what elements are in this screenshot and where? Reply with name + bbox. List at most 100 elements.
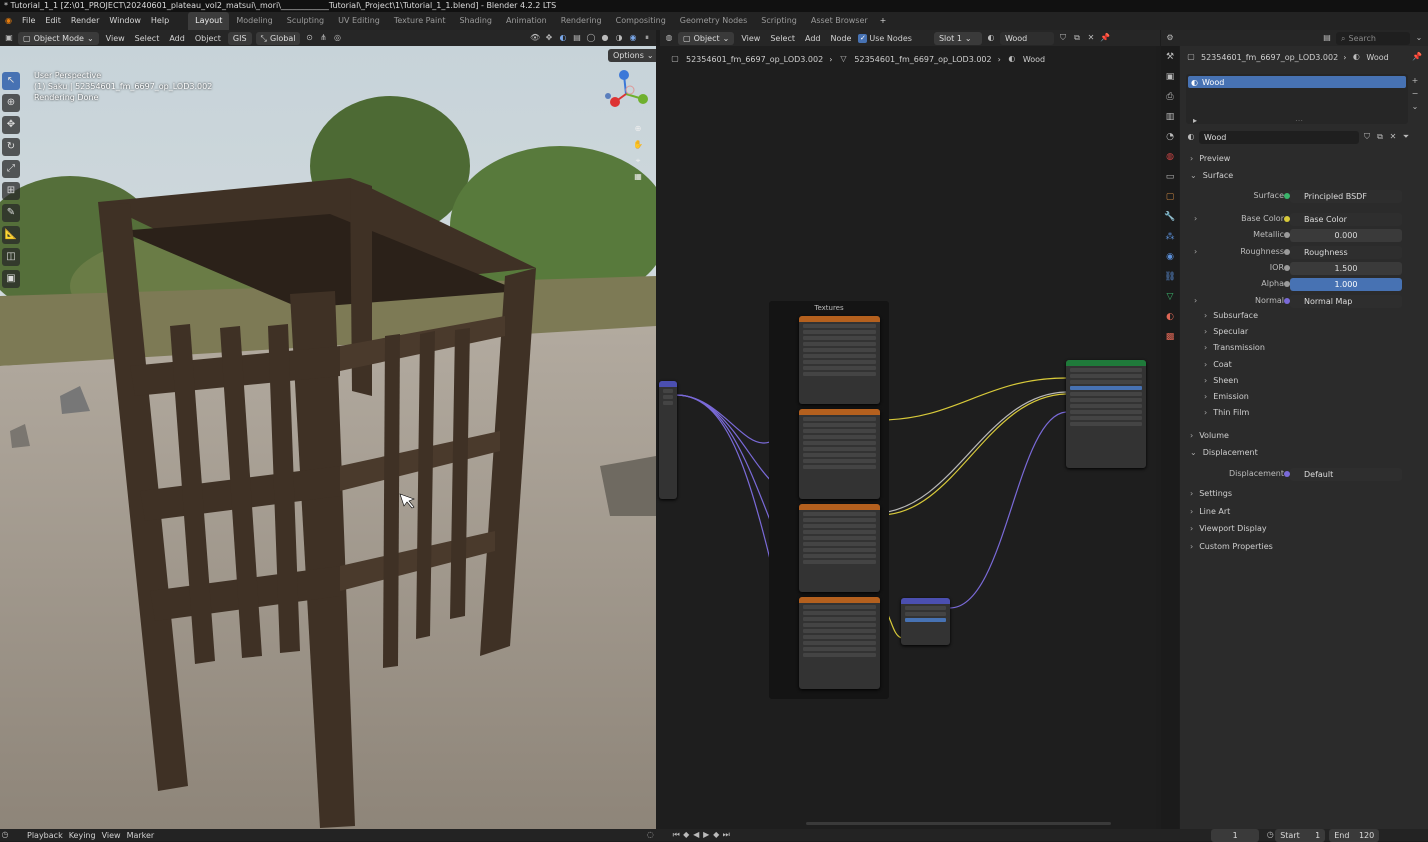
volume-section[interactable]: Volume xyxy=(1190,431,1229,440)
custom-properties-section[interactable]: Custom Properties xyxy=(1190,542,1273,551)
snap-icon[interactable]: ⋔ xyxy=(318,33,328,43)
tab-geometry-nodes[interactable]: Geometry Nodes xyxy=(673,12,754,30)
annotate-tool-icon[interactable]: ✎ xyxy=(2,204,20,222)
pin-icon[interactable]: 📌 xyxy=(1412,52,1422,62)
fake-user-icon[interactable]: ⛉ xyxy=(1058,33,1068,43)
node-menu-select[interactable]: Select xyxy=(767,34,798,43)
duplicate-icon[interactable]: ⧉ xyxy=(1072,33,1082,43)
output-tab-icon[interactable]: ⎙ xyxy=(1163,90,1177,104)
mode-dropdown[interactable]: ▢ Object Mode ⌄ xyxy=(18,31,99,45)
thin-film-subpanel[interactable]: Thin Film xyxy=(1204,408,1249,417)
tool-tab-icon[interactable]: ⚒ xyxy=(1163,50,1177,64)
tab-animation[interactable]: Animation xyxy=(499,12,554,30)
chevron-right-icon[interactable]: › xyxy=(1194,294,1197,308)
next-key-icon[interactable]: ◆ xyxy=(711,830,721,840)
transform-tool-icon[interactable]: ⊞ xyxy=(2,182,20,200)
navigation-gizmo[interactable] xyxy=(600,68,652,120)
duplicate-icon[interactable]: ⧉ xyxy=(1375,132,1385,142)
world-tab-icon[interactable]: ◍ xyxy=(1163,150,1177,164)
jump-start-icon[interactable]: ⏮ xyxy=(671,830,681,840)
tab-layout[interactable]: Layout xyxy=(188,12,230,30)
editor-type-icon[interactable]: ◷ xyxy=(0,830,10,840)
fake-user-icon[interactable]: ⛉ xyxy=(1362,132,1372,142)
material-slot-item[interactable]: ◐ Wood xyxy=(1188,76,1406,88)
add-slot-icon[interactable]: + xyxy=(1410,76,1420,86)
gis-menu[interactable]: GIS xyxy=(227,31,252,45)
slot-dropdown[interactable]: Slot 1 ⌄ xyxy=(933,31,982,45)
current-frame-field[interactable]: 1 xyxy=(1211,828,1260,842)
transmission-subpanel[interactable]: Transmission xyxy=(1204,343,1265,352)
texture-node-base-color[interactable] xyxy=(799,409,880,499)
node-menu-view[interactable]: View xyxy=(738,34,763,43)
measure-tool-icon[interactable]: 📐 xyxy=(2,226,20,244)
marker-menu[interactable]: Marker xyxy=(124,831,158,840)
gizmo-icon[interactable]: ✥ xyxy=(544,33,554,43)
tab-texture-paint[interactable]: Texture Paint xyxy=(387,12,453,30)
proportional-icon[interactable]: ◎ xyxy=(332,33,342,43)
tab-modeling[interactable]: Modeling xyxy=(229,12,279,30)
record-icon[interactable]: ◌ xyxy=(645,830,655,840)
overlay-icon[interactable]: ◐ xyxy=(558,33,568,43)
material-name-input[interactable]: Wood xyxy=(1199,130,1359,144)
chevron-down-icon[interactable]: ⌄ xyxy=(1410,102,1420,112)
node-editor-type-icon[interactable]: ◍ xyxy=(664,33,674,43)
principled-bsdf-node[interactable] xyxy=(1066,360,1146,468)
shading-wire-icon[interactable]: ◯ xyxy=(586,33,596,43)
roughness-field[interactable]: Roughness xyxy=(1290,245,1402,259)
play-reverse-icon[interactable]: ◀ xyxy=(691,830,701,840)
add-cube-tool-icon[interactable]: ◫ xyxy=(2,248,20,266)
start-frame-field[interactable]: Start 1 xyxy=(1275,828,1326,842)
sheen-subpanel[interactable]: Sheen xyxy=(1204,376,1238,385)
use-nodes-checkbox[interactable]: ✓ Use Nodes xyxy=(858,33,912,43)
visibility-icon[interactable]: 👁 xyxy=(530,33,540,43)
clock-icon[interactable]: ◷ xyxy=(1265,830,1275,840)
displacement-field[interactable]: Default xyxy=(1290,467,1402,481)
shading-rendered-icon[interactable]: ◉ xyxy=(628,33,638,43)
surface-shader-field[interactable]: Principled BSDF xyxy=(1290,189,1402,203)
playback-menu[interactable]: Playback xyxy=(24,831,66,840)
coat-subpanel[interactable]: Coat xyxy=(1204,360,1232,369)
texture-tab-icon[interactable]: ▩ xyxy=(1163,330,1177,344)
jump-end-icon[interactable]: ⏭ xyxy=(721,830,731,840)
preview-section[interactable]: Preview xyxy=(1190,154,1230,163)
shading-solid-icon[interactable]: ● xyxy=(600,33,610,43)
play-icon[interactable]: ▶ xyxy=(701,830,711,840)
constraints-tab-icon[interactable]: ⛓ xyxy=(1163,270,1177,284)
cursor-tool-icon[interactable]: ⊕ xyxy=(2,94,20,112)
settings-section[interactable]: Settings xyxy=(1190,489,1232,498)
unlink-icon[interactable]: ✕ xyxy=(1086,33,1096,43)
metallic-field[interactable]: 0.000 xyxy=(1290,228,1402,242)
menu-select[interactable]: Select xyxy=(132,34,163,43)
node-editor-scrollbar[interactable] xyxy=(806,822,1111,825)
texture-node-roughness[interactable] xyxy=(799,504,880,592)
object-tab-icon[interactable]: ▢ xyxy=(1163,190,1177,204)
chevron-right-icon[interactable]: › xyxy=(1194,212,1197,226)
tab-uv-editing[interactable]: UV Editing xyxy=(331,12,387,30)
menu-render[interactable]: Render xyxy=(66,12,104,30)
view-layer-tab-icon[interactable]: ▥ xyxy=(1163,110,1177,124)
material-tab-icon[interactable]: ◐ xyxy=(1163,310,1177,324)
scale-tool-icon[interactable]: ⤢ xyxy=(2,160,20,178)
perspective-grid-icon[interactable]: ▦ xyxy=(633,172,643,182)
physics-tab-icon[interactable]: ◉ xyxy=(1163,250,1177,264)
remove-slot-icon[interactable]: − xyxy=(1410,89,1420,99)
shader-node-editor[interactable]: ▢ 52354601_fm_6697_op_LOD3.002 › ▽ 52354… xyxy=(656,46,1156,829)
zoom-icon[interactable]: ⊕ xyxy=(633,124,643,134)
tab-scripting[interactable]: Scripting xyxy=(754,12,804,30)
add-workspace-icon[interactable]: + xyxy=(875,12,892,30)
expand-triangle-icon[interactable]: ▸ xyxy=(1190,116,1200,126)
node-menu-node[interactable]: Node xyxy=(828,34,855,43)
add-mesh-tool-icon[interactable]: ▣ xyxy=(2,270,20,288)
node-menu-add[interactable]: Add xyxy=(802,34,824,43)
tab-compositing[interactable]: Compositing xyxy=(609,12,673,30)
unlink-icon[interactable]: ✕ xyxy=(1388,132,1398,142)
options-button[interactable]: Options ⌄ xyxy=(608,49,656,62)
menu-edit[interactable]: Edit xyxy=(40,12,66,30)
normal-field[interactable]: Normal Map xyxy=(1290,294,1402,308)
properties-editor-icon[interactable]: ⚙ xyxy=(1165,33,1175,43)
alpha-field[interactable]: 1.000 xyxy=(1290,277,1402,291)
surface-section[interactable]: Surface xyxy=(1190,171,1233,180)
editor-type-icon[interactable]: ▣ xyxy=(4,33,14,43)
viewport-display-section[interactable]: Viewport Display xyxy=(1190,524,1266,533)
tab-sculpting[interactable]: Sculpting xyxy=(280,12,331,30)
